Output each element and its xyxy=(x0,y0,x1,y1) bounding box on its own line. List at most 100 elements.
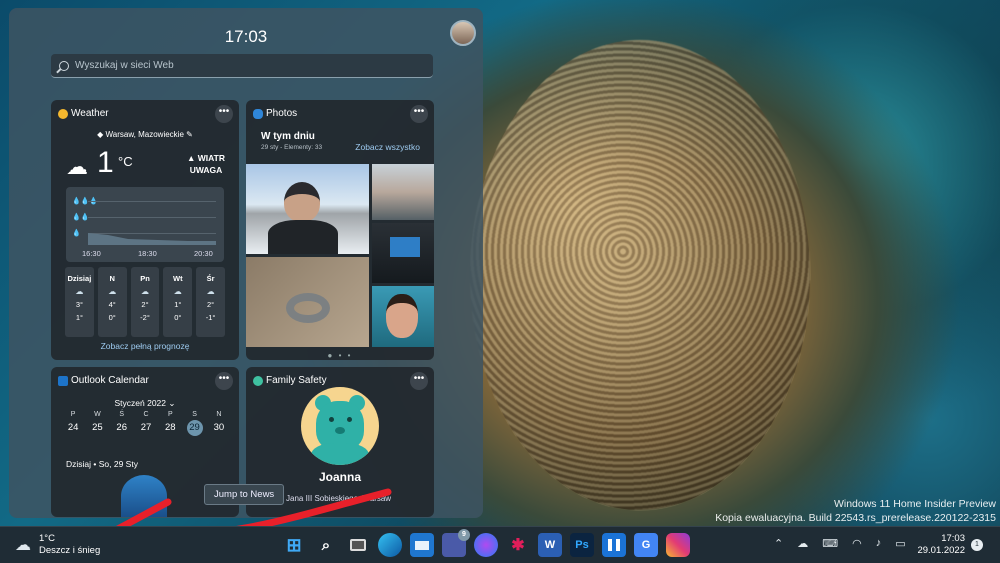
calendar-date-today[interactable]: 29 xyxy=(186,420,203,436)
translate-icon[interactable]: G xyxy=(634,533,658,557)
teams-badge: 9 xyxy=(458,529,470,541)
calendar-week: P W Ś C P S N 24 25 26 27 28 29 30 xyxy=(61,411,231,436)
forecast-day-label: Pn xyxy=(140,274,150,283)
photoshop-icon[interactable]: Ps xyxy=(570,533,594,557)
forecast-day[interactable]: Dzisiaj ☁ 3° 1° xyxy=(65,267,94,337)
taskbar-weather-button[interactable]: ☁ 1°C Deszcz i śnieg xyxy=(15,533,100,557)
calendar-date[interactable]: 26 xyxy=(110,420,134,436)
bear-body xyxy=(311,443,369,465)
taskbar-clock[interactable]: 17:03 29.01.2022 xyxy=(917,533,965,557)
teams-icon[interactable]: 9 xyxy=(442,529,470,557)
slack-icon[interactable]: ✱ xyxy=(506,533,530,557)
forecast-day-label: Wt xyxy=(173,274,183,283)
battery-icon[interactable]: ▭ xyxy=(895,537,905,550)
forecast-low: 0° xyxy=(174,313,182,322)
snow-cloud-icon: ☁ xyxy=(173,287,182,296)
volume-icon[interactable]: ♪ xyxy=(876,537,882,550)
instagram-icon[interactable] xyxy=(666,533,690,557)
forecast-day[interactable]: Pn ☁ 2° -2° xyxy=(130,267,160,337)
headphones-shape xyxy=(286,293,330,323)
family-more-button[interactable]: ••• xyxy=(410,372,428,390)
weekday-label: P xyxy=(167,411,173,418)
precipitation-chart[interactable]: 💧💧💧 💧💧 💧 16:30 18:30 20:30 xyxy=(66,187,224,262)
weekday-label: S xyxy=(192,411,197,418)
weather-widget[interactable]: Weather ••• ◆ Warsaw, Mazowieckie ✎ ☁ 1 … xyxy=(51,100,239,360)
snow-cloud-icon: ☁ xyxy=(75,287,84,296)
snow-cloud-icon: ☁ xyxy=(108,287,117,296)
edge-icon[interactable] xyxy=(378,533,402,557)
forecast-high: 2° xyxy=(207,300,215,309)
full-forecast-link[interactable]: Zobacz pełną prognozę xyxy=(51,341,239,351)
calendar-date[interactable]: 25 xyxy=(85,420,109,436)
search-box[interactable] xyxy=(51,54,433,78)
weather-temperature: 1 xyxy=(97,146,114,179)
panel-clock: 17:03 xyxy=(224,27,268,46)
photos-widget[interactable]: Photos ••• W tym dniu 29 sty - Elementy:… xyxy=(246,100,434,360)
taskbar-date: 29.01.2022 xyxy=(917,545,965,556)
calendar-month-label: Styczeń 2022 xyxy=(114,398,167,408)
widgets-panel: 17:03 Weather ••• ◆ Warsaw, Mazowieckie … xyxy=(9,8,483,518)
weather-sun-icon xyxy=(58,109,68,119)
photos-subtitle: 29 sty - Elementy: 33 xyxy=(261,144,323,151)
photo-monitor[interactable] xyxy=(372,223,434,283)
taskbar-weather-desc: Deszcz i śnieg xyxy=(39,545,101,556)
mail-icon[interactable] xyxy=(410,533,434,557)
windows-watermark: Windows 11 Home Insider Preview Kopia ew… xyxy=(715,497,996,525)
taskbar-time: 17:03 xyxy=(941,533,965,544)
watermark-line2: Kopia ewaluacyjna. Build 22543.rs_prerel… xyxy=(715,512,996,524)
chevron-up-icon[interactable]: ⌃ xyxy=(774,537,783,550)
task-view-icon[interactable] xyxy=(346,533,370,557)
weekday-label: W xyxy=(94,411,101,418)
forecast-day[interactable]: N ☁ 4° 0° xyxy=(97,267,127,337)
weather-alert-line1: ▲ WIATR xyxy=(187,153,225,163)
trello-icon[interactable] xyxy=(602,533,626,557)
calendar-date[interactable]: 24 xyxy=(61,420,85,436)
forecast-day[interactable]: Wt ☁ 1° 0° xyxy=(163,267,193,337)
search-input[interactable] xyxy=(75,60,415,71)
partly-cloudy-icon: ☁ xyxy=(206,287,215,296)
photos-more-button[interactable]: ••• xyxy=(410,105,428,123)
bear-avatar[interactable] xyxy=(301,387,379,465)
photo-headphones[interactable] xyxy=(246,257,369,347)
calendar-date[interactable]: 27 xyxy=(134,420,158,436)
taskbar-apps: ⊞ ⌕ 9 ✱ W Ps G xyxy=(282,529,690,557)
edit-icon[interactable]: ✎ xyxy=(184,130,193,139)
messenger-icon[interactable] xyxy=(474,533,498,557)
forecast-day-label: Dzisiaj xyxy=(67,274,92,283)
forecast-low: 1° xyxy=(75,313,83,322)
chart-gridline xyxy=(88,201,216,202)
search-icon xyxy=(59,60,69,71)
photo-buildings[interactable] xyxy=(372,164,434,220)
carousel-dots[interactable]: ● • • xyxy=(246,351,434,360)
onedrive-icon[interactable]: ☁ xyxy=(797,537,808,550)
forecast-low: 0° xyxy=(108,313,116,322)
weather-more-button[interactable]: ••• xyxy=(215,105,233,123)
location-pin-icon: ◆ xyxy=(97,130,106,139)
start-windows-icon[interactable]: ⊞ xyxy=(282,533,306,557)
search-icon[interactable]: ⌕ xyxy=(314,533,338,557)
onedrive-cloud-icon xyxy=(253,109,263,119)
weekday-label: P xyxy=(70,411,76,418)
calendar-month[interactable]: Styczeń 2022 ⌄ xyxy=(51,398,239,409)
photo-man-glasses[interactable] xyxy=(372,286,434,347)
outlook-more-button[interactable]: ••• xyxy=(215,372,233,390)
keyboard-icon[interactable]: ⌨ xyxy=(822,537,838,550)
forecast-low: -1° xyxy=(205,313,216,322)
wifi-icon[interactable]: ◠ xyxy=(852,537,862,550)
photo-person-snow[interactable] xyxy=(246,164,369,254)
calendar-date[interactable]: 28 xyxy=(158,420,182,436)
weather-alert[interactable]: ▲ WIATR UWAGA xyxy=(187,152,225,176)
notification-badge[interactable]: 1 xyxy=(971,539,983,551)
weather-alert-line2: UWAGA xyxy=(189,165,223,175)
bear-eye-right xyxy=(347,417,352,422)
family-heart-icon xyxy=(253,376,263,386)
drops-light-icon: 💧 xyxy=(72,230,81,237)
weather-location[interactable]: ◆ Warsaw, Mazowieckie ✎ xyxy=(51,130,239,139)
see-all-photos-link[interactable]: Zobacz wszystko xyxy=(355,142,420,152)
profile-avatar[interactable] xyxy=(450,20,476,46)
word-icon[interactable]: W xyxy=(538,533,562,557)
weekday-label: Ś xyxy=(119,411,125,418)
forecast-day[interactable]: Śr ☁ 2° -1° xyxy=(196,267,225,337)
calendar-date[interactable]: 30 xyxy=(207,420,231,436)
taskbar: ☁ 1°C Deszcz i śnieg ⊞ ⌕ 9 ✱ W Ps G ⌃ ☁ … xyxy=(0,526,1000,563)
